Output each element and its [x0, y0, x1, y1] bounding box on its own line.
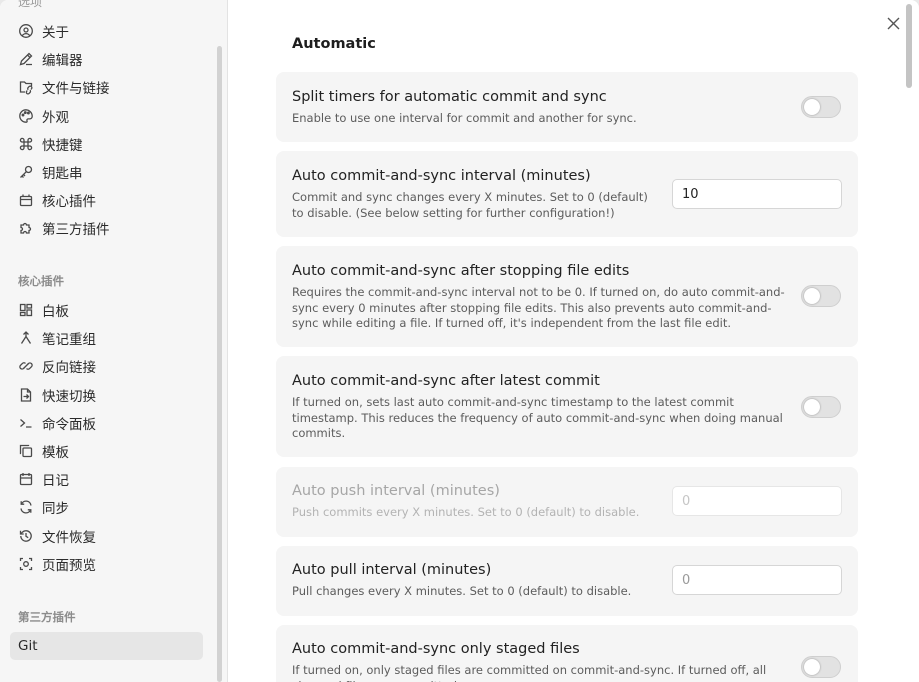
setting-description: If turned on, sets last auto commit-and-…	[292, 395, 783, 441]
close-icon	[887, 17, 899, 29]
sidebar-item-file-recovery[interactable]: 文件恢复	[10, 522, 203, 550]
sidebar-item-files-links[interactable]: 文件与链接	[10, 73, 203, 101]
auto-commit-after-stop-edits-toggle[interactable]	[801, 285, 841, 307]
setting-description: Pull changes every X minutes. Set to 0 (…	[292, 584, 632, 598]
setting-name: Auto push interval (minutes)	[292, 483, 500, 499]
close-button[interactable]	[883, 13, 903, 33]
auto-pull-interval-input[interactable]	[672, 565, 842, 595]
history-icon	[18, 528, 34, 544]
sidebar-community-plugins-group: Git	[10, 632, 203, 661]
auto-commit-sync-interval-input[interactable]	[672, 179, 842, 209]
terminal-icon	[18, 415, 34, 431]
setting-name: Auto pull interval (minutes)	[292, 562, 492, 578]
sidebar-item-core-plugins[interactable]: 核心插件	[10, 186, 203, 214]
setting-description: Requires the commit-and-sync interval no…	[292, 285, 785, 331]
info-circle-icon	[18, 23, 34, 39]
command-icon	[18, 136, 34, 152]
sidebar-item-templates[interactable]: 模板	[10, 437, 203, 465]
setting-auto-commit-sync-interval: Auto commit-and-sync interval (minutes) …	[276, 151, 858, 237]
sidebar-section-title-options: 选项	[18, 0, 43, 9]
sidebar-item-daily-notes[interactable]: 日记	[10, 465, 203, 493]
sidebar-item-git[interactable]: Git	[10, 632, 203, 661]
setting-auto-pull-interval: Auto pull interval (minutes) Pull change…	[276, 546, 858, 616]
setting-description: Enable to use one interval for commit an…	[292, 111, 637, 125]
setting-name: Auto commit-and-sync only staged files	[292, 641, 580, 657]
setting-auto-push-interval: Auto push interval (minutes) Push commit…	[276, 467, 858, 537]
sidebar-item-appearance[interactable]: 外观	[10, 102, 203, 130]
sidebar-item-editor[interactable]: 编辑器	[10, 45, 203, 73]
sidebar-item-about[interactable]: 关于	[10, 17, 203, 45]
file-switch-icon	[18, 387, 34, 403]
setting-name: Auto commit-and-sync after latest commit	[292, 373, 600, 389]
sidebar-section-title-community: 第三方插件	[18, 610, 76, 624]
puzzle-icon	[18, 220, 34, 236]
sidebar-item-command-palette[interactable]: 命令面板	[10, 409, 203, 437]
sidebar-core-plugins-group: 白板 笔记重组 反向链接 快速切换 命令面板 模板 日记 同步 文件恢复 页面预…	[10, 296, 203, 578]
auto-commit-staged-only-toggle[interactable]	[801, 656, 841, 678]
setting-description: Commit and sync changes every X minutes.…	[292, 190, 648, 220]
calendar-icon	[18, 471, 34, 487]
content-scrollbar[interactable]	[906, 4, 912, 88]
sidebar-item-community-plugins[interactable]: 第三方插件	[10, 214, 203, 242]
key-icon	[18, 164, 34, 180]
setting-name: Auto commit-and-sync interval (minutes)	[292, 168, 591, 184]
sidebar-item-sync[interactable]: 同步	[10, 493, 203, 521]
auto-commit-after-latest-toggle[interactable]	[801, 396, 841, 418]
sidebar-item-canvas[interactable]: 白板	[10, 296, 203, 324]
auto-push-interval-input[interactable]	[672, 486, 842, 516]
split-timers-toggle[interactable]	[801, 96, 841, 118]
pencil-icon	[18, 51, 34, 67]
backlink-icon	[18, 358, 34, 374]
sidebar-scrollbar[interactable]	[217, 46, 222, 682]
sidebar-item-quick-switcher[interactable]: 快速切换	[10, 381, 203, 409]
settings-content: Automatic Split timers for automatic com…	[229, 0, 919, 682]
folder-link-icon	[18, 79, 34, 95]
setting-auto-commit-staged-only: Auto commit-and-sync only staged files I…	[276, 625, 858, 682]
setting-description: If turned on, only staged files are comm…	[292, 663, 767, 682]
sidebar-section-title-core: 核心插件	[18, 274, 64, 288]
plugin-icon	[18, 192, 34, 208]
merge-icon	[18, 330, 34, 346]
settings-window: 选项 关于 编辑器 文件与链接 外观 快捷键 钥匙串 核心插件 第三方插件 核心…	[0, 0, 919, 682]
sidebar-item-note-composer[interactable]: 笔记重组	[10, 324, 203, 352]
setting-auto-commit-after-latest: Auto commit-and-sync after latest commit…	[276, 356, 858, 457]
settings-sidebar: 选项 关于 编辑器 文件与链接 外观 快捷键 钥匙串 核心插件 第三方插件 核心…	[0, 0, 228, 682]
sidebar-item-keychain[interactable]: 钥匙串	[10, 158, 203, 186]
copy-icon	[18, 443, 34, 459]
sidebar-item-hotkeys[interactable]: 快捷键	[10, 130, 203, 158]
preview-icon	[18, 556, 34, 572]
sidebar-item-backlinks[interactable]: 反向链接	[10, 352, 203, 380]
sidebar-options-group: 关于 编辑器 文件与链接 外观 快捷键 钥匙串 核心插件 第三方插件	[10, 17, 203, 243]
canvas-grid-icon	[18, 302, 34, 318]
setting-name: Split timers for automatic commit and sy…	[292, 89, 607, 105]
setting-split-timers: Split timers for automatic commit and sy…	[276, 72, 858, 142]
palette-icon	[18, 108, 34, 124]
sync-icon	[18, 499, 34, 515]
section-heading: Automatic	[292, 36, 376, 52]
setting-description: Push commits every X minutes. Set to 0 (…	[292, 505, 640, 519]
setting-name: Auto commit-and-sync after stopping file…	[292, 263, 630, 279]
setting-auto-commit-after-stop-edits: Auto commit-and-sync after stopping file…	[276, 246, 858, 347]
sidebar-item-page-preview[interactable]: 页面预览	[10, 550, 203, 578]
